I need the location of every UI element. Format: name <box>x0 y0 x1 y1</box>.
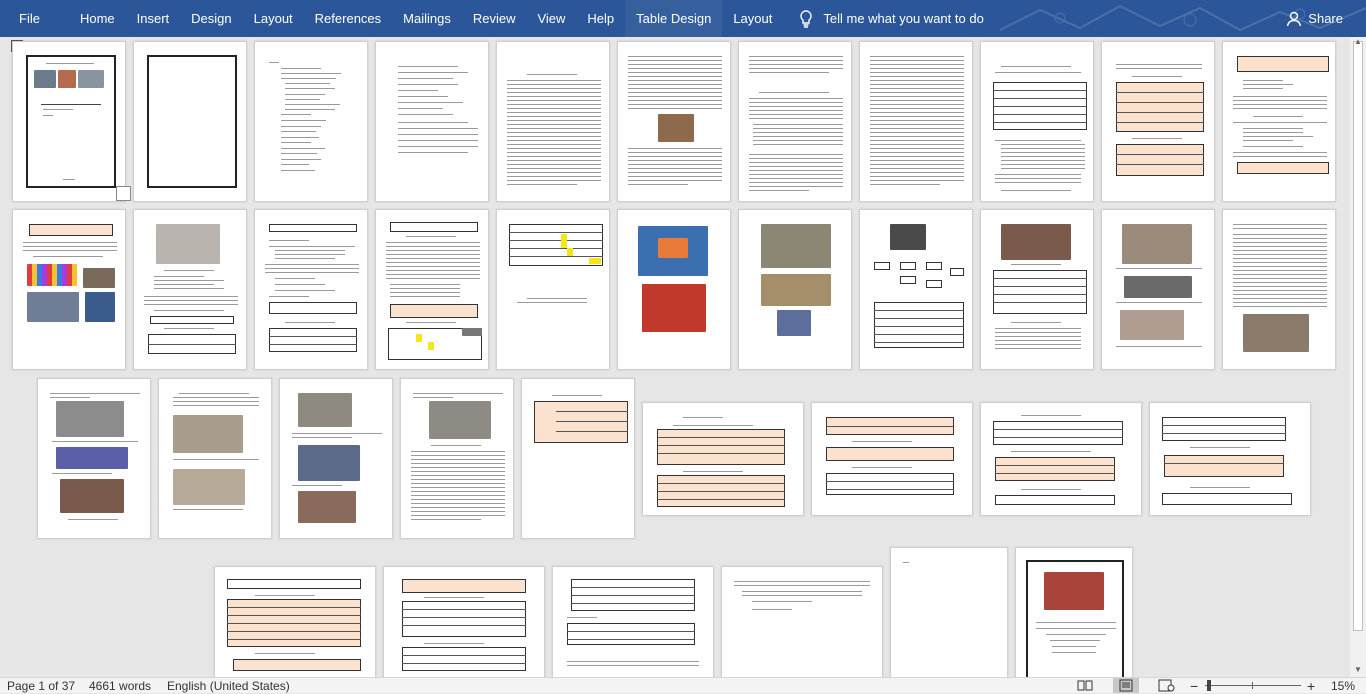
tell-me-label: Tell me what you want to do <box>823 11 984 26</box>
page-thumbnail[interactable] <box>521 378 635 539</box>
page-thumbnail[interactable] <box>859 209 973 370</box>
zoom-in-button[interactable]: + <box>1307 678 1315 694</box>
tab-home[interactable]: Home <box>69 0 126 37</box>
language-indicator[interactable]: English (United States) <box>167 679 290 693</box>
tab-mailings[interactable]: Mailings <box>392 0 462 37</box>
page-thumbnail[interactable] <box>738 41 852 202</box>
page-thumbnail[interactable] <box>1101 209 1215 370</box>
page-thumbnail[interactable] <box>279 378 393 539</box>
page-thumbnail[interactable] <box>890 547 1008 677</box>
document-workspace[interactable]: ✥ <box>0 37 1350 677</box>
status-bar: Page 1 of 37 4661 words English (United … <box>0 677 1366 694</box>
page-thumbnail[interactable] <box>980 41 1094 202</box>
page-thumbnail[interactable] <box>37 378 151 539</box>
share-button[interactable]: Share <box>1286 0 1366 37</box>
page-thumbnail[interactable] <box>980 209 1094 370</box>
zoom-level[interactable]: 15% <box>1331 679 1355 693</box>
page-thumbnail[interactable] <box>133 209 247 370</box>
page-thumbnail[interactable] <box>12 209 126 370</box>
page-thumbnail[interactable] <box>1015 547 1133 677</box>
page-thumbnail[interactable] <box>1222 209 1336 370</box>
page-thumbnail[interactable] <box>617 41 731 202</box>
tab-references[interactable]: References <box>304 0 392 37</box>
zoom-out-button[interactable]: − <box>1190 678 1198 694</box>
page-thumbnail[interactable] <box>133 41 247 202</box>
word-count[interactable]: 4661 words <box>89 679 151 693</box>
tab-file[interactable]: File <box>0 0 69 37</box>
tell-me-search[interactable]: Tell me what you want to do <box>783 0 984 37</box>
lightbulb-icon <box>800 9 813 28</box>
page-thumbnail[interactable] <box>254 209 368 370</box>
page-thumbnail[interactable] <box>12 41 126 202</box>
tab-view[interactable]: View <box>526 0 576 37</box>
person-icon <box>1287 11 1302 26</box>
page-thumbnail[interactable] <box>254 41 368 202</box>
web-layout-icon[interactable] <box>1157 679 1175 692</box>
print-layout-icon[interactable] <box>1117 679 1135 692</box>
tab-table-design[interactable]: Table Design <box>625 0 723 37</box>
read-mode-icon[interactable] <box>1076 679 1094 692</box>
page-thumbnail[interactable] <box>721 566 883 677</box>
tab-layout[interactable]: Layout <box>243 0 304 37</box>
page-thumbnail[interactable] <box>375 41 489 202</box>
page-thumbnail[interactable] <box>617 209 731 370</box>
page-thumbnail[interactable] <box>1222 41 1336 202</box>
page-thumbnail[interactable] <box>980 402 1142 516</box>
scrollbar-thumb[interactable] <box>1353 41 1363 631</box>
page-count[interactable]: Page 1 of 37 <box>7 679 75 693</box>
tab-review[interactable]: Review <box>462 0 527 37</box>
tab-table-layout[interactable]: Layout <box>722 0 783 37</box>
page-thumbnail[interactable] <box>859 41 973 202</box>
page-thumbnail[interactable] <box>214 566 376 677</box>
page-thumbnail[interactable] <box>400 378 514 539</box>
tab-help[interactable]: Help <box>576 0 625 37</box>
page-thumbnail[interactable] <box>496 41 610 202</box>
page-thumbnail[interactable] <box>1149 402 1311 516</box>
vertical-scrollbar[interactable]: ▲ ▼ <box>1350 37 1366 677</box>
page-thumbnail[interactable] <box>158 378 272 539</box>
page-thumbnail[interactable] <box>642 402 804 516</box>
page-thumbnail[interactable] <box>811 402 973 516</box>
page-thumbnail[interactable] <box>375 209 489 370</box>
page-thumbnail[interactable] <box>738 209 852 370</box>
scroll-up-icon[interactable]: ▲ <box>1354 37 1362 46</box>
tab-insert[interactable]: Insert <box>126 0 181 37</box>
zoom-slider[interactable] <box>1205 680 1301 691</box>
tab-design[interactable]: Design <box>180 0 242 37</box>
share-label: Share <box>1308 11 1343 26</box>
table-resize-handle[interactable] <box>116 186 131 201</box>
zoom-slider-thumb[interactable] <box>1207 680 1211 691</box>
ribbon-tab-bar: File Home Insert Design Layout Reference… <box>0 0 1366 37</box>
page-thumbnail[interactable] <box>496 209 610 370</box>
scroll-down-icon[interactable]: ▼ <box>1354 665 1362 674</box>
page-thumbnail[interactable] <box>383 566 545 677</box>
page-thumbnail[interactable] <box>1101 41 1215 202</box>
page-thumbnail[interactable] <box>552 566 714 677</box>
